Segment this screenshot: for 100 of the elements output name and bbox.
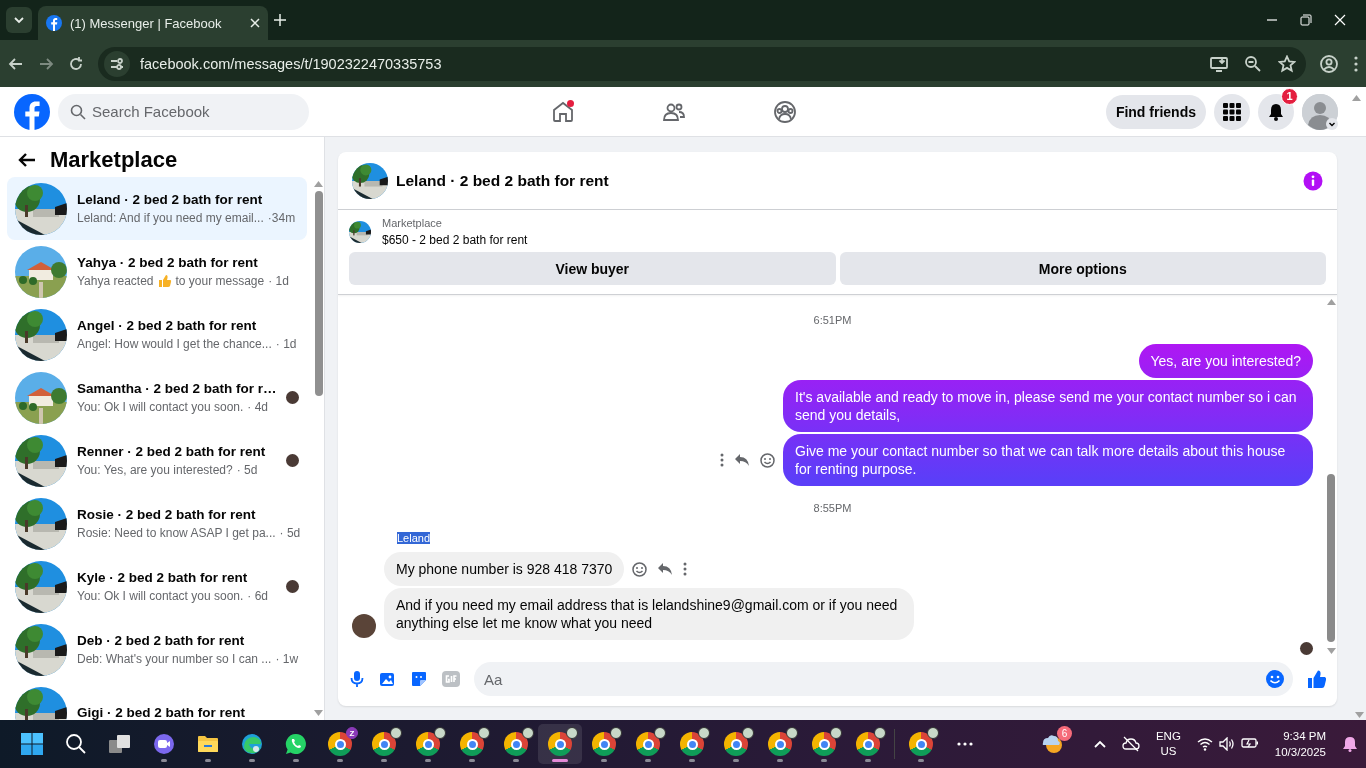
conversation-title: Samantha · 2 bed 2 bath for r… [77,381,276,396]
message-preview: Deb: What's your number so I can ... [77,652,272,666]
notifications-button[interactable] [1258,93,1294,130]
conversation-item[interactable]: Samantha · 2 bed 2 bath for r… You: Ok I will contact you soon. · 4d [7,366,307,429]
new-tab-icon[interactable] [274,14,286,26]
emoji-icon[interactable] [1265,669,1285,689]
profile-badge [390,727,402,739]
profile-badge [478,727,490,739]
facebook-logo-icon[interactable] [14,93,50,130]
profile-badge [830,727,842,739]
forward-icon[interactable] [38,55,54,72]
install-app-icon[interactable] [1210,54,1228,73]
taskbar-app[interactable]: Z [318,724,362,764]
url-text: facebook.com/messages/t/1902322470335753 [140,55,443,72]
microphone-icon[interactable] [350,670,364,688]
more-icon[interactable] [1354,55,1358,72]
conversation-title: Renner · 2 bed 2 bath for rent [77,444,267,459]
chevron-up-icon[interactable] [1093,740,1106,748]
region-text: US [1160,744,1177,759]
conversation-item[interactable]: Leland · 2 bed 2 bath for rent Leland: And if you need my email... ·34m [7,177,307,240]
find-friends-button[interactable]: Find friends [1105,94,1206,129]
message-time: · 6d [247,589,268,603]
more-icon[interactable] [683,562,688,576]
clock[interactable]: 9:34 PM 10/3/2025 [1274,728,1326,760]
restore-icon[interactable] [1300,14,1312,26]
star-icon[interactable] [1278,54,1296,73]
bell-icon[interactable] [1342,736,1358,752]
conversation-item[interactable]: Yahya · 2 bed 2 bath for rent Yahya reacted to your message · 1d [7,240,307,303]
message-preview: Rosie: Need to know ASAP I get pa... [77,526,276,540]
browser-icon [241,733,263,755]
action-button[interactable]: View buyer [349,252,836,285]
conversation-title: Kyle · 2 bed 2 bath for rent [77,570,249,585]
back-icon[interactable] [8,55,24,72]
received-message: My phone number is 928 418 7370 [384,552,625,586]
profile-badge: Z [346,727,358,739]
chat-bubble-icon [285,733,307,755]
section-title: Marketplace [50,147,178,173]
battery-icon[interactable] [1240,737,1259,749]
browser-tab[interactable]: (1) Messenger | Facebook [38,6,268,40]
cloud-off-icon[interactable] [1121,736,1140,752]
scroll-down-arrow-icon [1326,648,1336,654]
conversation-item[interactable]: Kyle · 2 bed 2 bath for rent You: Ok I will contact you soon. · 6d [7,555,307,618]
tune-icon [110,56,124,71]
tab-title: (1) Messenger | Facebook [70,15,223,31]
zoom-out-icon[interactable] [1244,54,1262,73]
emoji-icon[interactable] [632,561,648,577]
close-icon[interactable] [250,18,260,28]
conversation-item[interactable]: Renner · 2 bed 2 bath for rent You: Yes, are you interested? · 5d [7,429,307,492]
timestamp: 6:51PM [813,314,852,326]
image-icon[interactable] [378,670,396,688]
taskbar-app[interactable] [538,724,582,764]
reload-icon[interactable] [68,55,84,72]
emoji-icon[interactable] [760,452,775,468]
notification-badge: 1 [1281,87,1298,105]
profile-badge [698,727,710,739]
scroll-up-arrow-icon [314,181,323,187]
language-indicator[interactable]: ENG US [1155,729,1181,759]
search-field[interactable]: Search Facebook [58,93,309,130]
address-bar[interactable]: facebook.com/messages/t/1902322470335753 [98,46,1306,81]
thumbs-up-icon[interactable] [1307,669,1327,689]
profile-button[interactable] [1302,93,1338,130]
info-icon[interactable] [1303,170,1323,191]
sent-message: It's available and ready to move in, please send me your contact number so i can send you details, [783,380,1313,432]
conversation-item[interactable]: Rosie · 2 bed 2 bath for rent Rosie: Need to know ASAP I get pa... · 5d [7,492,307,555]
wifi-icon[interactable] [1196,737,1213,751]
home-icon [551,99,575,124]
volume-icon[interactable] [1218,737,1235,751]
sticker-icon[interactable] [410,670,428,688]
sent-message: Give me your contact number so that we can talk more details about this house for renting purpose. [783,434,1313,486]
message-preview: You: Yes, are you interested? [77,463,233,477]
action-button[interactable]: More options [839,252,1326,285]
menu-button[interactable] [1214,93,1250,130]
tab-list-button[interactable] [6,7,32,33]
conversation-item[interactable]: Angel · 2 bed 2 bath for rent Angel: How would I get the chance... · 1d [7,303,307,366]
message-preview: You: Ok I will contact you soon. [77,589,244,603]
message-field[interactable]: Aa [474,662,1293,696]
more-icon[interactable] [720,453,724,467]
message-time: · 4d [247,400,268,414]
profile-icon[interactable] [1320,54,1338,73]
grid-icon [1223,102,1241,121]
site-info-button[interactable] [104,50,130,77]
reply-icon[interactable] [734,453,750,467]
chat-title: Leland · 2 bed 2 bath for rent [396,171,610,190]
chevron-down-icon [13,14,25,26]
message-time: · 1d [275,337,297,351]
received-message: And if you need my email address that is lelandshine9@gmail.com or if you need anything else let me know what you need [384,588,914,640]
avatar-icon [1302,93,1338,130]
profile-badge [874,727,886,739]
profile-badge [654,727,666,739]
message-preview: Angel: How would I get the chance... [77,337,272,351]
conversation-item[interactable]: Deb · 2 bed 2 bath for rent Deb: What's your number so I can ... · 1w [7,618,307,681]
sent-message: Yes, are you interested? [1138,344,1313,378]
conversation-title: Gigi · 2 bed 2 bath for rent [77,705,246,720]
time-text: 9:34 PM [1283,729,1326,744]
message-time: · 1d [268,274,289,288]
profile-badge [566,727,578,739]
timestamp: 8:55PM [813,502,852,514]
reply-icon[interactable] [657,562,674,576]
back-arrow-icon[interactable] [18,152,36,168]
more-icon [957,742,973,746]
